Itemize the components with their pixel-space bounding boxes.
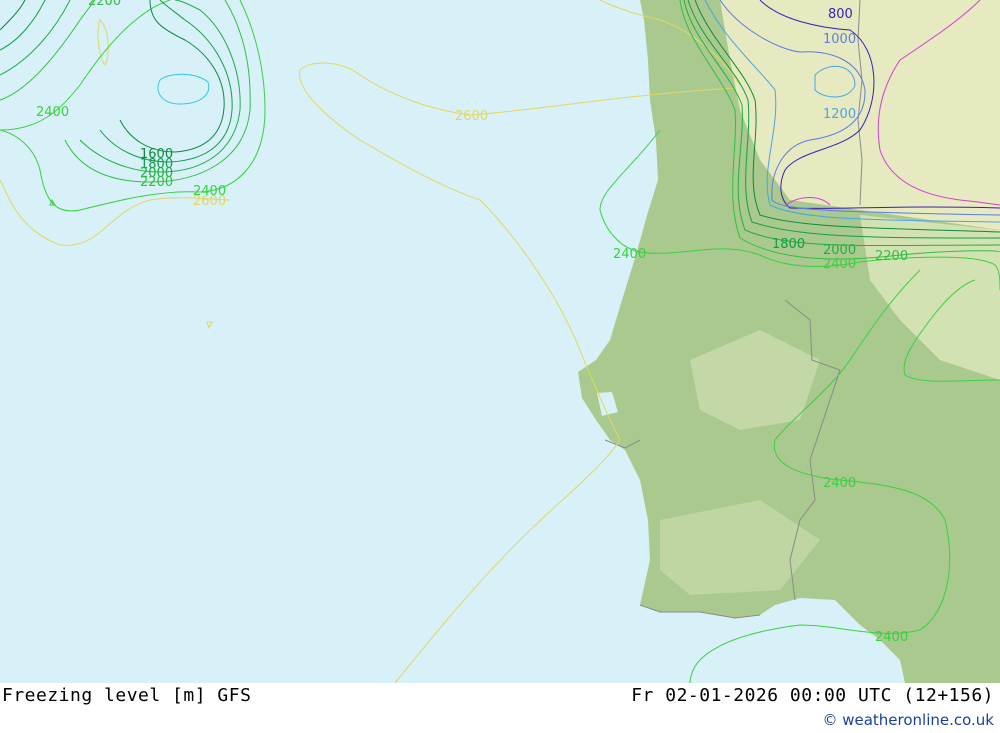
label-2600-a: 2600 <box>193 194 226 209</box>
label-2400-nw: 2400 <box>36 105 69 120</box>
valid-time: Fr 02-01-2026 00:00 UTC (12+156) <box>631 685 994 706</box>
label-2400-east: 2400 <box>823 257 856 272</box>
label-2200: 2200 <box>140 175 173 190</box>
credit-link[interactable]: © weatheronline.co.uk <box>822 711 994 729</box>
label-1200: 1200 <box>823 107 856 122</box>
label-2400-coast: 2400 <box>613 247 646 262</box>
label-2200-east: 2200 <box>875 249 908 264</box>
product-title: Freezing level [m] GFS <box>2 685 252 706</box>
label-2400-south: 2400 <box>875 630 908 645</box>
label-2600-b: 2600 <box>455 109 488 124</box>
label-2000-east: 2000 <box>823 243 856 258</box>
label-2400-mid: 2400 <box>823 476 856 491</box>
label-800: 800 <box>828 7 853 22</box>
freezing-level-map: 2200 2400 1600 1800 2000 2200 2400 2600 … <box>0 0 1000 683</box>
label-1800-east: 1800 <box>772 237 805 252</box>
footer-bar: Freezing level [m] GFS Fr 02-01-2026 00:… <box>0 683 1000 733</box>
label-1000: 1000 <box>823 32 856 47</box>
label-2200-top: 2200 <box>88 0 121 9</box>
